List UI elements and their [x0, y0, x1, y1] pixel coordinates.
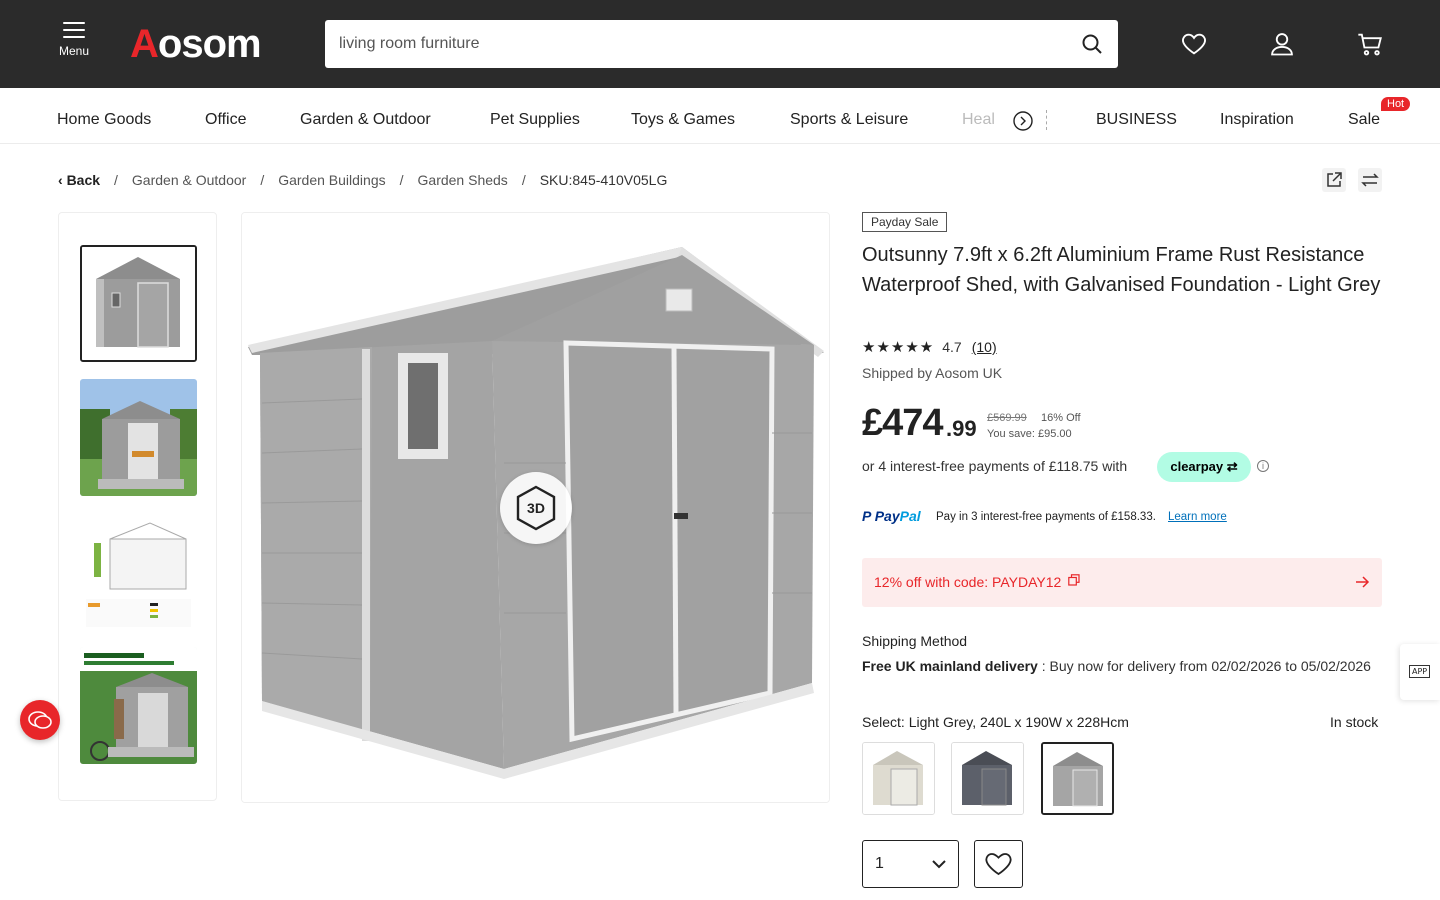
selected-variant-label: Select: Light Grey, 240L x 190W x 228Hcm: [862, 714, 1129, 730]
clearpay-arrows-icon: ⇄: [1223, 459, 1238, 474]
nav-toys-games[interactable]: Toys & Games: [631, 88, 735, 144]
search-bar: [325, 20, 1118, 68]
product-title: Outsunny 7.9ft x 6.2ft Aluminium Frame R…: [862, 244, 1381, 296]
nav-garden-outdoor[interactable]: Garden & Outdoor: [300, 88, 431, 144]
paypal-learn-more[interactable]: Learn more: [1168, 511, 1227, 523]
chevron-down-icon: [932, 860, 946, 869]
nav-business[interactable]: BUSINESS: [1096, 88, 1177, 144]
shopping-cart-icon[interactable]: [1356, 30, 1384, 58]
hot-badge: Hot: [1381, 97, 1411, 111]
discount-percent: 16% Off: [1041, 412, 1081, 424]
clearpay-installments: or 4 interest-free payments of £118.75 w…: [862, 458, 1128, 474]
rating-row: ★★★★★ 4.7 (10): [862, 338, 997, 356]
rating-value: 4.7: [942, 339, 962, 355]
variant-cream[interactable]: [862, 742, 935, 815]
payday-sale-tag: Payday Sale: [862, 212, 948, 232]
search-input[interactable]: [339, 20, 1059, 68]
breadcrumb-garden-sheds[interactable]: Garden Sheds: [418, 172, 508, 188]
hamburger-icon: [63, 22, 85, 38]
view-3d-button[interactable]: 3D: [500, 472, 572, 544]
sku-label: SKU:845-410V05LG: [539, 172, 668, 188]
chat-button[interactable]: [20, 700, 60, 740]
chat-icon: [28, 711, 52, 729]
star-rating-icon: ★★★★★: [862, 339, 935, 356]
coupon-text: 12% off with code: PAYDAY12: [874, 574, 1062, 590]
thumbnail-4[interactable]: [80, 647, 197, 764]
menu-button[interactable]: Menu: [56, 22, 92, 58]
breadcrumb: ‹ Back / Garden & Outdoor / Garden Build…: [58, 172, 668, 188]
shipping-detail: Free UK mainland delivery : Buy now for …: [862, 658, 1371, 674]
top-bar: Menu Aosom: [0, 0, 1440, 88]
nav-divider: [1046, 110, 1047, 130]
nav-office[interactable]: Office: [205, 88, 247, 144]
category-nav: Home Goods Office Garden & Outdoor Pet S…: [0, 88, 1440, 144]
search-icon[interactable]: [1080, 32, 1104, 56]
stock-status: In stock: [1330, 714, 1379, 730]
price-was: £569.99: [987, 412, 1027, 424]
clearpay-badge[interactable]: clearpay ⇄: [1157, 452, 1251, 482]
account-user-icon[interactable]: [1268, 30, 1296, 58]
nav-sports-leisure[interactable]: Sports & Leisure: [790, 88, 908, 144]
back-link[interactable]: ‹ Back: [58, 172, 100, 188]
price-decimal: .99: [946, 416, 977, 441]
nav-health-truncated[interactable]: Heal: [962, 88, 995, 144]
shipping-method-label: Shipping Method: [862, 633, 968, 649]
price-save: You save: £95.00: [987, 428, 1072, 440]
arrow-right-icon[interactable]: [1354, 574, 1370, 590]
variant-dark-grey[interactable]: [951, 742, 1024, 815]
heart-icon: [985, 853, 1012, 876]
thumbnail-2[interactable]: [80, 379, 197, 496]
app-download-tab[interactable]: APP: [1400, 644, 1440, 700]
breadcrumb-garden-buildings[interactable]: Garden Buildings: [278, 172, 385, 188]
nav-home-goods[interactable]: Home Goods: [57, 88, 151, 144]
share-icon[interactable]: [1322, 168, 1346, 192]
quantity-value: 1: [875, 855, 884, 872]
price-main: £474: [862, 402, 944, 444]
info-icon[interactable]: i: [1257, 460, 1269, 472]
quantity-select[interactable]: 1: [862, 840, 959, 888]
nav-pet-supplies[interactable]: Pet Supplies: [490, 88, 580, 144]
menu-label: Menu: [58, 44, 90, 58]
chevron-left-icon: ‹: [58, 172, 67, 188]
wishlist-heart-icon[interactable]: [1180, 30, 1208, 58]
app-icon: APP: [1409, 665, 1431, 678]
thumbnail-1[interactable]: [80, 245, 197, 362]
breadcrumb-garden-outdoor[interactable]: Garden & Outdoor: [132, 172, 246, 188]
review-count-link[interactable]: (10): [972, 339, 997, 355]
shipped-by: Shipped by Aosom UK: [862, 365, 1003, 381]
aosom-logo[interactable]: Aosom: [130, 22, 262, 66]
add-to-wishlist-button[interactable]: [974, 840, 1023, 888]
nav-scroll-right-icon[interactable]: [1012, 110, 1034, 132]
view-3d-label: 3D: [527, 500, 545, 516]
coupon-banner[interactable]: 12% off with code: PAYDAY12: [862, 558, 1382, 607]
thumbnail-strip: [58, 212, 217, 801]
thumbnail-3[interactable]: [80, 513, 197, 630]
paypal-installments: Pay in 3 interest-free payments of £158.…: [936, 511, 1156, 523]
copy-icon[interactable]: [1068, 574, 1080, 586]
nav-inspiration[interactable]: Inspiration: [1220, 88, 1294, 144]
variant-light-grey[interactable]: [1041, 742, 1114, 815]
compare-icon[interactable]: [1358, 168, 1382, 192]
paypal-logo: P PayPal: [862, 508, 921, 524]
nav-sale[interactable]: Sale: [1348, 88, 1380, 144]
